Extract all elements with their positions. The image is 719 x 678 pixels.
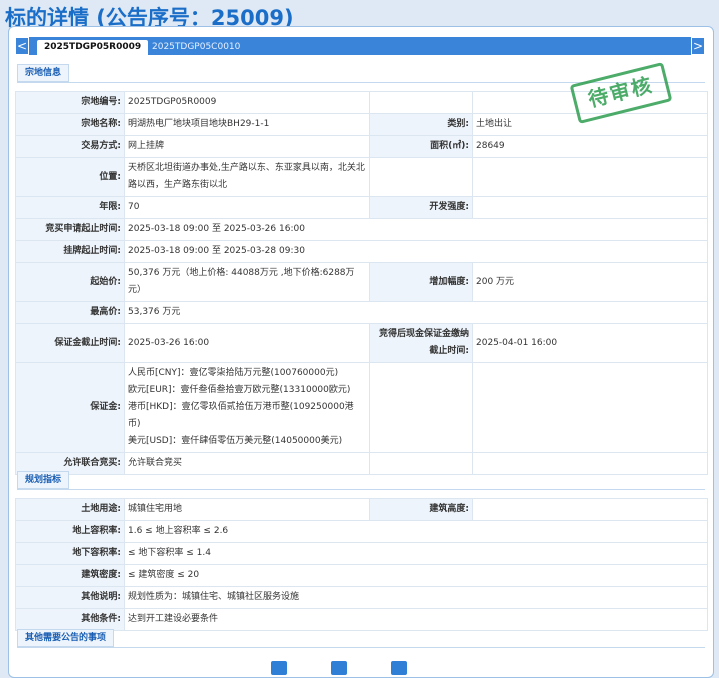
- start-price-value: 50,376 万元（地上价格: 44088万元 ,地下价格:6288万元）: [124, 262, 370, 302]
- action-button-1[interactable]: [271, 661, 287, 675]
- deposit-deadline-value: 2025-03-26 16:00: [124, 323, 370, 363]
- other-conditions-value: 达到开工建设必要条件: [124, 608, 708, 631]
- joint-bid-value: 允许联合竞买: [124, 452, 370, 475]
- max-price-label: 最高价:: [15, 301, 125, 324]
- deposit-eur: 欧元[EUR]：壹仟叁佰叁拾壹万欧元整(13310000欧元): [128, 385, 351, 395]
- density-value: ≤ 建筑密度 ≤ 20: [124, 564, 708, 587]
- cash-deposit-deadline-label: 竞得后现金保证金缴纳截止时间:: [369, 323, 473, 363]
- table-row: 最高价: 53,376 万元: [15, 301, 708, 324]
- table-row: 年限: 70 开发强度:: [15, 196, 708, 219]
- term-label: 年限:: [15, 196, 125, 219]
- section-planning-title: 规划指标: [17, 471, 70, 489]
- next-tab-arrow-icon[interactable]: >: [691, 37, 705, 55]
- dev-intensity-value: [472, 196, 708, 219]
- listing-period-label: 挂牌起止时间:: [15, 240, 125, 263]
- tab-bar: < 2025TDGP05R0009 2025TDGP05C0010 >: [15, 37, 705, 55]
- other-conditions-label: 其他条件:: [15, 608, 125, 631]
- dev-intensity-label: 开发强度:: [369, 196, 473, 219]
- plot-no-value: 2025TDGP05R0009: [124, 91, 370, 114]
- deposit-deadline-label: 保证金截止时间:: [15, 323, 125, 363]
- section-other-notices-title: 其他需要公告的事项: [17, 629, 115, 647]
- plot-info-table: 宗地编号: 2025TDGP05R0009 宗地名称: 明湖热电厂地块项目地块B…: [15, 91, 708, 475]
- action-button-3[interactable]: [391, 661, 407, 675]
- plot-no-label: 宗地编号:: [15, 91, 125, 114]
- table-row: 挂牌起止时间: 2025-03-18 09:00 至 2025-03-28 09…: [15, 240, 708, 263]
- listing-period-value: 2025-03-18 09:00 至 2025-03-28 09:30: [124, 240, 708, 263]
- other-note-label: 其他说明:: [15, 586, 125, 609]
- detail-panel: < 2025TDGP05R0009 2025TDGP05C0010 > 宗地信息…: [8, 26, 714, 678]
- term-value: 70: [124, 196, 370, 219]
- apply-period-label: 竞买申请起止时间:: [15, 218, 125, 241]
- tab-plot-c0010[interactable]: 2025TDGP05C0010: [145, 40, 247, 55]
- deposit-hkd: 港币[HKD]：壹亿零玖佰贰拾伍万港币整(109250000港币): [128, 402, 354, 429]
- table-row: 地上容积率: 1.6 ≤ 地上容积率 ≤ 2.6: [15, 520, 708, 543]
- table-row: 允许联合竞买: 允许联合竞买: [15, 452, 708, 475]
- other-note-value: 规划性质为：城镇住宅、城镇社区服务设施: [124, 586, 708, 609]
- divider: [17, 647, 705, 648]
- table-row: 位置: 天桥区北坦街道办事处,生产路以东、东亚家具以南，北关北路以西，生产路东街…: [15, 157, 708, 197]
- land-use-label: 土地用途:: [15, 498, 125, 521]
- location-value: 天桥区北坦街道办事处,生产路以东、东亚家具以南，北关北路以西，生产路东街以北: [124, 157, 370, 197]
- table-row: 地下容积率: ≤ 地下容积率 ≤ 1.4: [15, 542, 708, 565]
- table-row: 竞买申请起止时间: 2025-03-18 09:00 至 2025-03-26 …: [15, 218, 708, 241]
- table-row: 保证金截止时间: 2025-03-26 16:00 竞得后现金保证金缴纳截止时间…: [15, 323, 708, 363]
- increment-value: 200 万元: [472, 262, 708, 302]
- action-button-2[interactable]: [331, 661, 347, 675]
- increment-label: 增加幅度:: [369, 262, 473, 302]
- plot-name-value: 明湖热电厂地块项目地块BH29-1-1: [124, 113, 370, 136]
- category-label: 类别:: [369, 113, 473, 136]
- table-row: 其他说明: 规划性质为：城镇住宅、城镇社区服务设施: [15, 586, 708, 609]
- table-row: 建筑密度: ≤ 建筑密度 ≤ 20: [15, 564, 708, 587]
- table-row: 土地用途: 城镇住宅用地 建筑高度:: [15, 498, 708, 521]
- section-plot-info-title: 宗地信息: [17, 64, 70, 82]
- above-far-label: 地上容积率:: [15, 520, 125, 543]
- table-row: 起始价: 50,376 万元（地上价格: 44088万元 ,地下价格:6288万…: [15, 262, 708, 302]
- area-value: 28649: [472, 135, 708, 158]
- above-far-value: 1.6 ≤ 地上容积率 ≤ 2.6: [124, 520, 708, 543]
- location-label: 位置:: [15, 157, 125, 197]
- deposit-usd: 美元[USD]：壹仟肆佰零伍万美元整(14050000美元): [128, 436, 343, 446]
- area-label: 面积(㎡):: [369, 135, 473, 158]
- below-far-label: 地下容积率:: [15, 542, 125, 565]
- apply-period-value: 2025-03-18 09:00 至 2025-03-26 16:00: [124, 218, 708, 241]
- building-height-value: [472, 498, 708, 521]
- prev-tab-arrow-icon[interactable]: <: [15, 37, 29, 55]
- land-use-value: 城镇住宅用地: [124, 498, 370, 521]
- max-price-value: 53,376 万元: [124, 301, 708, 324]
- table-row: 其他条件: 达到开工建设必要条件: [15, 608, 708, 631]
- deposit-value: 人民币[CNY]：壹亿零柒拾陆万元整(100760000元) 欧元[EUR]：壹…: [124, 362, 370, 453]
- trade-mode-label: 交易方式:: [15, 135, 125, 158]
- table-row: 交易方式: 网上挂牌 面积(㎡): 28649: [15, 135, 708, 158]
- table-row: 保证金: 人民币[CNY]：壹亿零柒拾陆万元整(100760000元) 欧元[E…: [15, 362, 708, 453]
- building-height-label: 建筑高度:: [369, 498, 473, 521]
- density-label: 建筑密度:: [15, 564, 125, 587]
- plot-name-label: 宗地名称:: [15, 113, 125, 136]
- divider: [17, 489, 705, 490]
- trade-mode-value: 网上挂牌: [124, 135, 370, 158]
- cash-deposit-deadline-value: 2025-04-01 16:00: [472, 323, 708, 363]
- planning-table: 土地用途: 城镇住宅用地 建筑高度: 地上容积率: 1.6 ≤ 地上容积率 ≤ …: [15, 498, 708, 631]
- deposit-cny: 人民币[CNY]：壹亿零柒拾陆万元整(100760000元): [128, 368, 339, 378]
- tab-plot-r0009[interactable]: 2025TDGP05R0009: [37, 40, 149, 55]
- below-far-value: ≤ 地下容积率 ≤ 1.4: [124, 542, 708, 565]
- start-price-label: 起始价:: [15, 262, 125, 302]
- deposit-label: 保证金:: [15, 362, 125, 453]
